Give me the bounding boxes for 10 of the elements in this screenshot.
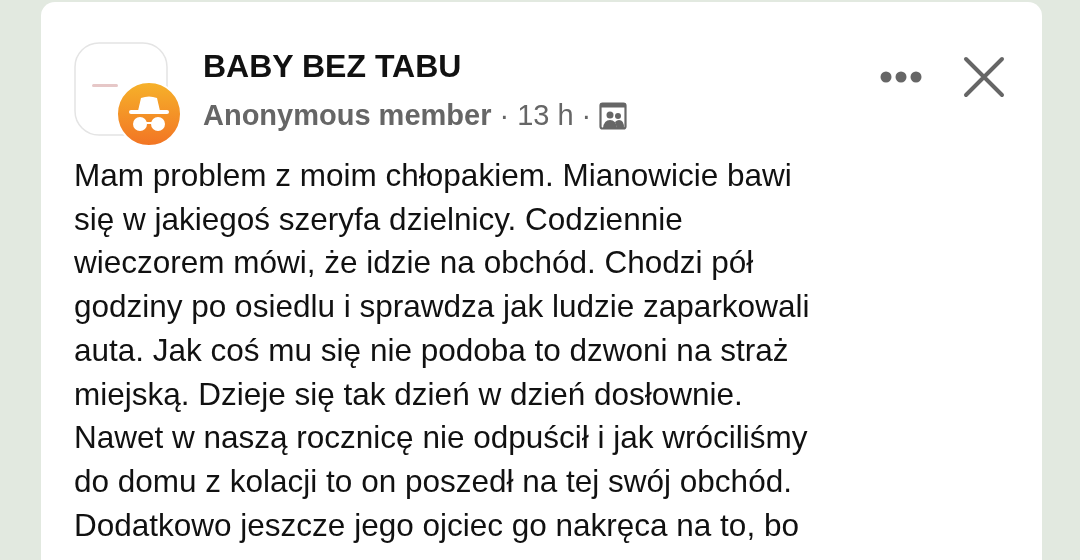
group-name[interactable]: BABY BEZ TABU — [203, 46, 879, 86]
more-options-icon[interactable] — [879, 70, 923, 84]
author-name: Anonymous member — [203, 99, 492, 132]
separator: · — [499, 99, 510, 132]
group-members-icon — [599, 101, 628, 130]
close-icon[interactable] — [963, 56, 1005, 98]
post-text: Mam problem z moim chłopakiem. Mianowicie bawi się w jakiegoś szeryfa dzielnicy. Codziennie wieczorem mówi, że idzie na obchód. Chodzi pół godziny po osiedlu i sprawdza jak ludzie zaparkowali auta. Jak coś mu się nie podoba to dzwoni na straż miejską. Dzieje się tak dzień w dzień dosłownie. Nawet w naszą rocznicę nie odpuścił i jak wróciliśmy do domu z kolacji to on poszedł na tej swój obchód. Dodatkowo jeszcze jego ojciec go nakręca na to, bo — [74, 156, 811, 545]
post-time[interactable]: 13 h — [517, 99, 574, 132]
incognito-icon — [116, 81, 182, 147]
separator: · — [581, 99, 592, 132]
